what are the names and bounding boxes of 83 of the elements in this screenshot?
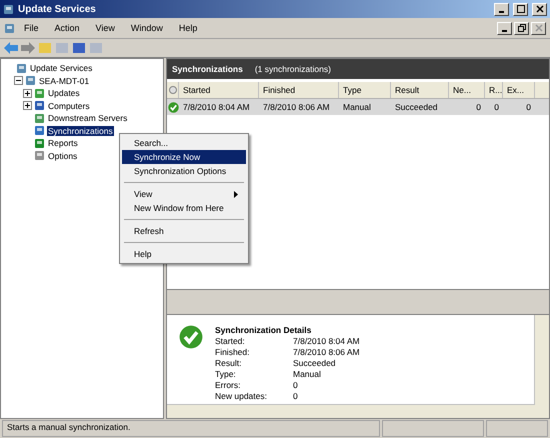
close-icon [536,5,544,13]
field-value: 7/8/2010 8:04 AM [293,336,360,346]
maximize-button[interactable] [513,2,528,16]
field-label: Started: [215,336,246,346]
column-header[interactable]: R... [485,82,503,98]
details-title: Synchronization Details [215,325,312,335]
tree-item[interactable]: Downstream Servers [47,113,128,124]
tree-item[interactable]: Reports [47,138,79,148]
close-icon [534,24,542,32]
restore-button[interactable] [514,22,529,34]
vertical-scrollbar[interactable] [534,315,549,418]
window-title: Update Services [18,4,97,14]
horizontal-scrollbar[interactable] [167,404,535,418]
table-cell-text: 7/8/2010 8:06 AM [262,102,331,112]
column-header[interactable]: Finished [259,82,339,98]
column-header[interactable]: Ex... [503,82,535,98]
tree-item[interactable]: Updates [47,88,81,98]
menu-item[interactable]: Action [48,21,87,35]
info-icon [169,86,177,94]
tree-item[interactable]: Synchronizations [47,126,114,136]
servers-icon [34,112,45,124]
column-header[interactable]: Ne... [449,82,485,98]
menu-item[interactable]: Window [124,21,170,35]
server-icon [16,62,27,74]
menu-item[interactable]: Search... [122,136,246,150]
pane-title: Synchronizations [172,64,243,74]
menu-item[interactable]: View [88,21,122,35]
status-panel [486,420,548,437]
field-value: 0 [293,380,299,390]
item-count: (1 synchronizations) [254,64,331,74]
close-button[interactable] [532,2,547,16]
success-icon [168,102,178,112]
menu-item[interactable]: View [122,187,246,201]
tree-item[interactable]: Computers [47,100,91,111]
sync-icon [34,125,45,136]
minimize-button[interactable] [497,22,512,34]
collapse-toggle[interactable] [14,76,23,86]
options-icon [34,150,45,162]
menu-item[interactable]: Synchronize Now [122,150,246,164]
minimize-button[interactable] [494,2,509,16]
computers-icon [34,100,45,112]
splitter-bar[interactable] [167,289,549,315]
field-value: 0 [293,391,299,401]
field-label: Type: [215,369,237,379]
server-icon [3,4,14,14]
table-cell-text: 7/8/2010 8:04 AM [182,102,251,112]
tree-item[interactable]: Update Services [29,63,94,74]
report-icon [34,138,45,149]
submenu-arrow-icon [234,190,238,198]
server-icon [25,75,36,86]
expand-toggle[interactable] [23,88,32,98]
field-value: Succeeded [293,358,337,368]
column-header[interactable]: Type [339,82,391,98]
server-icon [4,22,15,34]
column-header[interactable]: Result [391,82,449,98]
table-row[interactable]: 7/8/2010 8:04 AM 7/8/2010 8:06 AM Manual Succeeded 0 0 0 [167,99,549,115]
table-cell-text: 0 [475,102,482,112]
table-cell-text: 0 [493,102,500,112]
field-value: 7/8/2010 8:06 AM [293,347,360,357]
package-icon [34,88,45,99]
field-value: Manual [293,369,322,379]
maximize-icon [516,5,524,13]
field-label: Errors: [215,380,242,390]
menu-item[interactable]: Help [122,247,246,261]
menu-item[interactable]: New Window from Here [122,201,246,215]
field-label: New updates: [215,391,268,401]
restore-icon [518,24,526,32]
tree-item[interactable]: Options [47,150,78,161]
tree-item[interactable]: SEA-MDT-01 [38,76,90,86]
menu-item[interactable]: Help [172,21,204,35]
table-cell-text: Succeeded [394,102,439,112]
menu-item[interactable]: File [17,21,46,35]
column-header[interactable]: Started [179,82,259,98]
table-cell-text: 0 [525,102,532,112]
field-label: Result: [215,358,242,368]
expand-toggle[interactable] [23,101,32,110]
menu-item[interactable]: Refresh [122,224,246,238]
success-icon [179,325,203,349]
status-text: Starts a manual synchronization. [2,420,380,437]
table-cell-text: Manual [342,102,372,112]
close-button[interactable] [531,22,546,34]
menu-item[interactable]: Synchronization Options [122,164,246,178]
field-label: Finished: [215,347,250,357]
